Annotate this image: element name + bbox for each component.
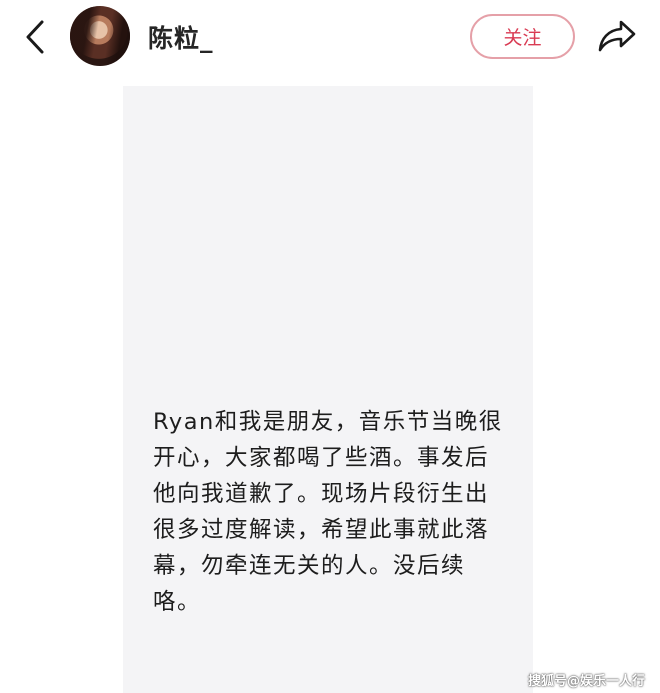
avatar[interactable] xyxy=(70,6,130,66)
post-statement-text: Ryan和我是朋友，音乐节当晚很 开心，大家都喝了些酒。事发后 他向我道歉了。现… xyxy=(153,404,518,620)
text-line: 咯。 xyxy=(153,589,202,615)
post-detail-screen: 陈粒_ 关注 Ryan和我是朋友，音乐节当晚很 开心，大家都喝了些酒。事发后 他… xyxy=(0,0,660,693)
text-line: Ryan和我是朋友，音乐节当晚很 xyxy=(153,409,503,435)
username[interactable]: 陈粒_ xyxy=(148,19,214,55)
top-bar: 陈粒_ 关注 xyxy=(0,0,660,76)
back-button[interactable] xyxy=(18,16,52,58)
text-line: 很多过度解读，希望此事就此落 xyxy=(153,517,490,543)
chevron-left-icon xyxy=(26,20,44,54)
text-line: 开心，大家都喝了些酒。事发后 xyxy=(153,445,490,471)
avatar-photo xyxy=(70,6,130,66)
text-line: 幕，勿牵连无关的人。没后续 xyxy=(153,553,466,579)
share-button[interactable] xyxy=(596,16,638,56)
text-line: 他向我道歉了。现场片段衍生出 xyxy=(153,481,490,507)
post-image: Ryan和我是朋友，音乐节当晚很 开心，大家都喝了些酒。事发后 他向我道歉了。现… xyxy=(123,86,533,693)
follow-button[interactable]: 关注 xyxy=(470,14,575,59)
share-arrow-icon xyxy=(598,20,636,52)
watermark: 搜狐号@娱乐一人行 xyxy=(528,674,646,689)
